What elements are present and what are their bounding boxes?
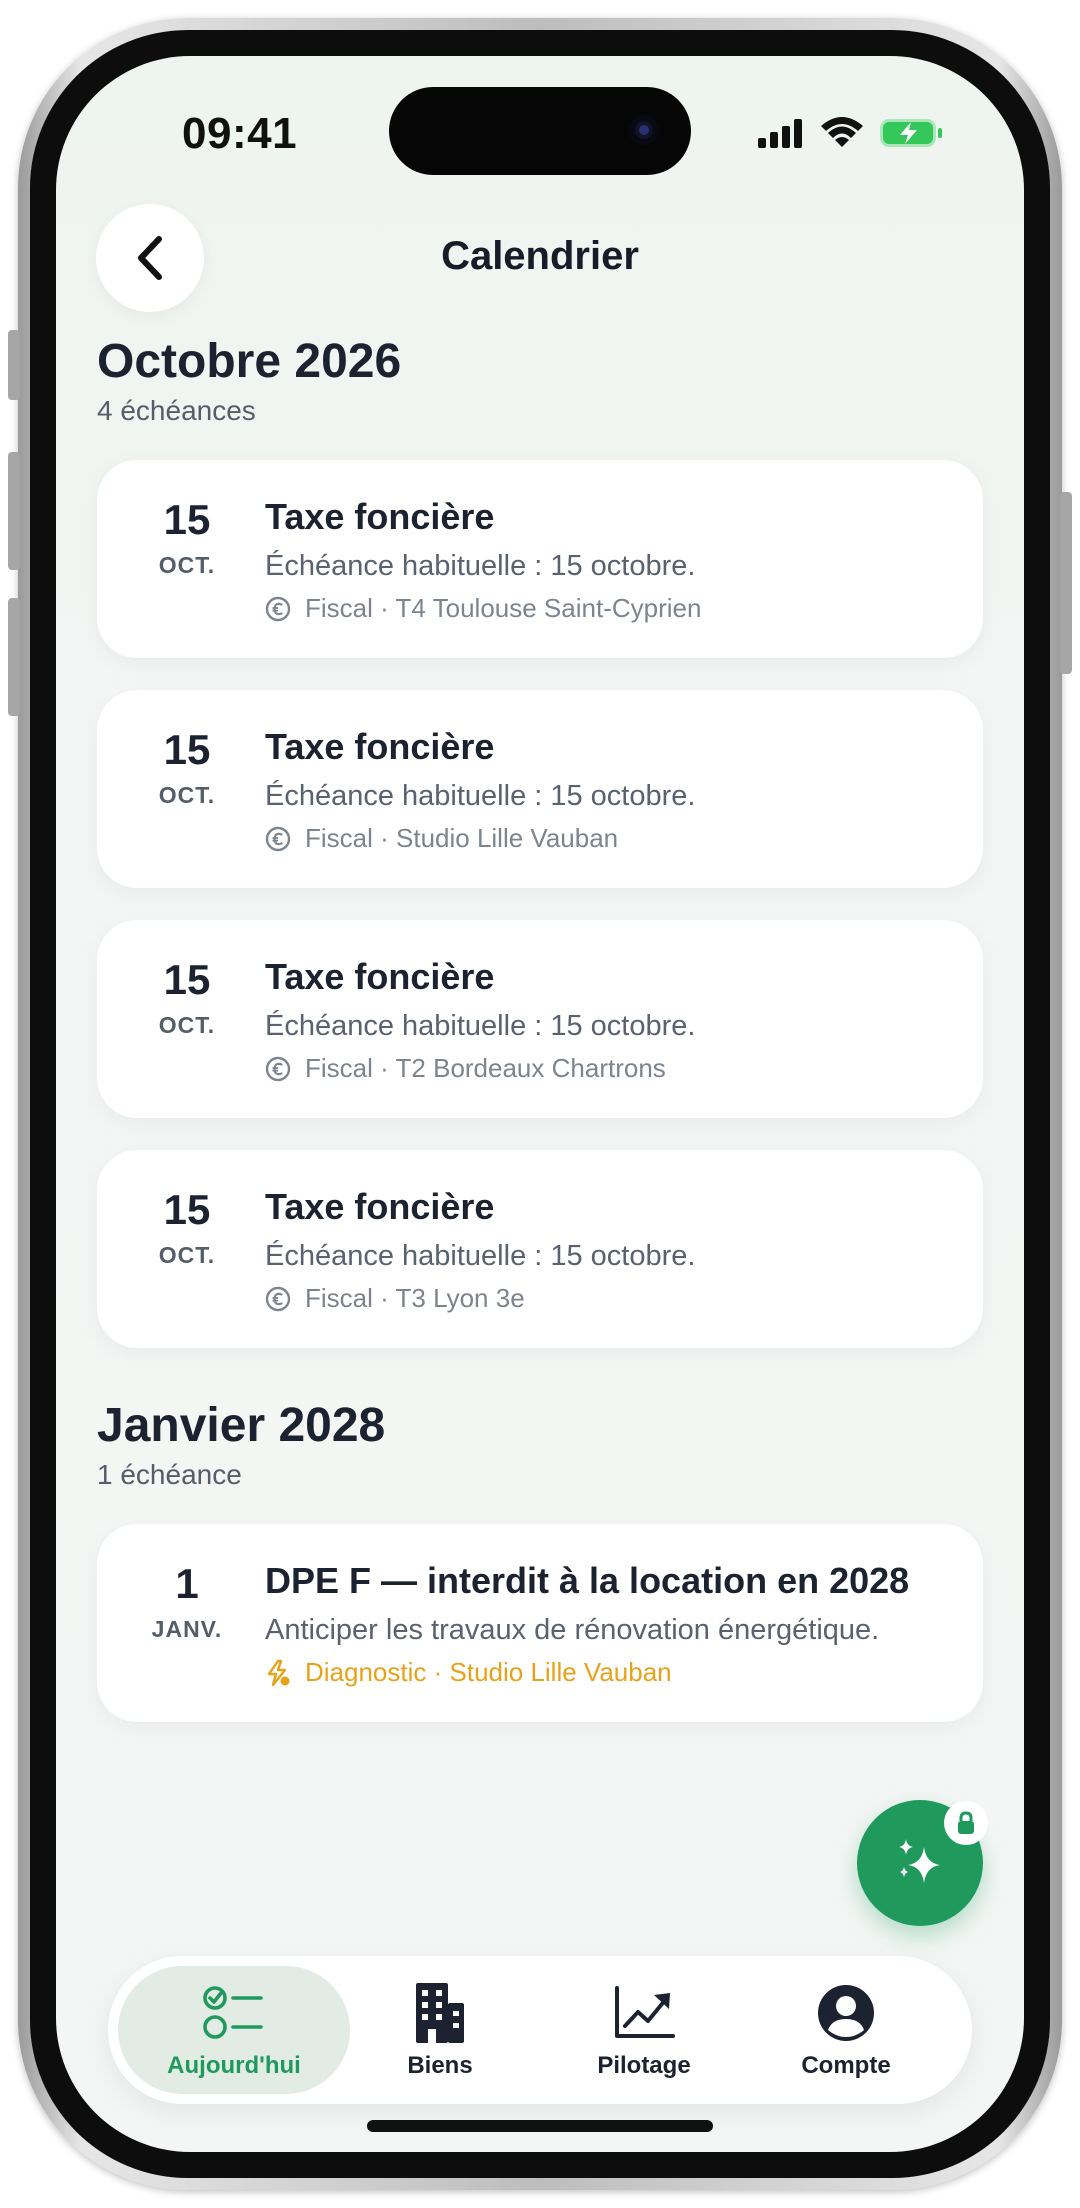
dynamic-island [389, 87, 691, 175]
item-day: 15 [163, 1186, 211, 1233]
power-button [1060, 492, 1072, 674]
section-subtitle: 1 échéance [97, 1459, 242, 1490]
battery-charging-icon [880, 119, 942, 147]
calendar-item-card[interactable]: 15 OCT. Taxe foncière Échéance habituell… [97, 920, 983, 1118]
item-description: Échéance habituelle : 15 octobre. [265, 1010, 696, 1042]
item-title: Taxe foncière [265, 1186, 495, 1227]
tab-label: Aujourd'hui [167, 2052, 301, 2079]
section-subtitle: 4 échéances [97, 395, 256, 426]
action-button [8, 330, 20, 400]
item-description: Anticiper les travaux de rénovation éner… [265, 1614, 880, 1646]
tab-biens[interactable]: Biens [324, 1966, 556, 2094]
tab-label: Biens [407, 2052, 473, 2079]
calendar-item-card[interactable]: 15 OCT. Taxe foncière Échéance habituell… [97, 1150, 983, 1348]
tab-label: Pilotage [597, 2052, 691, 2079]
item-title: DPE F — interdit à la location en 2028 [265, 1560, 910, 1601]
item-day: 1 [175, 1560, 199, 1607]
item-month: OCT. [158, 1242, 216, 1268]
item-title: Taxe foncière [265, 726, 495, 767]
status-time: 09:41 [182, 109, 298, 158]
calendar-item-card[interactable]: 1 JANV. DPE F — interdit à la location e… [97, 1524, 983, 1722]
item-description: Échéance habituelle : 15 octobre. [265, 550, 696, 582]
item-meta: Diagnostic · Studio Lille Vauban [265, 1657, 672, 1688]
wifi-icon [821, 117, 863, 147]
item-meta-text: Diagnostic · Studio Lille Vauban [305, 1657, 672, 1687]
item-month: JANV. [151, 1616, 223, 1642]
tab-label: Compte [801, 2052, 891, 2079]
checklist-icon [203, 1986, 263, 2039]
item-meta-text: Fiscal · T4 Toulouse Saint-Cyprien [305, 593, 702, 623]
section-title-octobre-2026: Octobre 2026 [97, 335, 402, 388]
item-month: OCT. [158, 1012, 216, 1038]
tab-aujourdhui[interactable]: Aujourd'hui [118, 1966, 350, 2094]
item-meta: Fiscal · T3 Lyon 3e [265, 1283, 525, 1314]
item-meta: Fiscal · Studio Lille Vauban [265, 823, 618, 854]
item-description: Échéance habituelle : 15 octobre. [265, 1240, 696, 1272]
item-meta: Fiscal · T2 Bordeaux Chartrons [265, 1053, 666, 1084]
item-meta-text: Fiscal · T2 Bordeaux Chartrons [305, 1053, 666, 1083]
euro-circle-icon [265, 1056, 291, 1081]
item-meta-text: Fiscal · T3 Lyon 3e [305, 1283, 525, 1313]
euro-circle-icon [265, 596, 291, 621]
item-month: OCT. [158, 782, 216, 808]
item-title: Taxe foncière [265, 496, 495, 537]
tab-pilotage[interactable]: Pilotage [528, 1966, 760, 2094]
sparkles-icon [899, 1839, 940, 1883]
volume-up-button [8, 452, 20, 570]
euro-circle-icon [265, 1286, 291, 1311]
item-day: 15 [163, 496, 211, 543]
bottom-tab-bar: Aujourd'hui Biens Pilotage Compte [108, 1956, 972, 2104]
account-icon [818, 1985, 874, 2041]
energy-icon [267, 1659, 290, 1686]
home-indicator[interactable] [367, 2120, 713, 2132]
calendar-item-card[interactable]: 15 OCT. Taxe foncière Échéance habituell… [97, 690, 983, 888]
item-title: Taxe foncière [265, 956, 495, 997]
item-meta: Fiscal · T4 Toulouse Saint-Cyprien [265, 593, 701, 624]
page-title: Calendrier [441, 234, 639, 278]
tab-compte[interactable]: Compte [730, 1966, 962, 2094]
item-month: OCT. [158, 552, 216, 578]
item-description: Échéance habituelle : 15 octobre. [265, 780, 696, 812]
lock-badge [944, 1801, 988, 1845]
chart-icon [615, 1986, 675, 2038]
volume-down-button [8, 598, 20, 716]
lock-icon [958, 1811, 974, 1834]
section-title-janvier-2028: Janvier 2028 [97, 1399, 386, 1452]
camera-icon [629, 115, 659, 145]
item-day: 15 [163, 726, 211, 773]
euro-circle-icon [265, 826, 291, 851]
signal-icon [758, 119, 802, 148]
item-day: 15 [163, 956, 211, 1003]
item-meta-text: Fiscal · Studio Lille Vauban [305, 823, 619, 853]
calendar-item-card[interactable]: 15 OCT. Taxe foncière Échéance habituell… [97, 460, 983, 658]
building-icon [416, 1983, 464, 2043]
app-screen: 09:41 Calendrier Octobre 2026 4 échéance… [56, 56, 1024, 2152]
status-icons [756, 116, 944, 150]
